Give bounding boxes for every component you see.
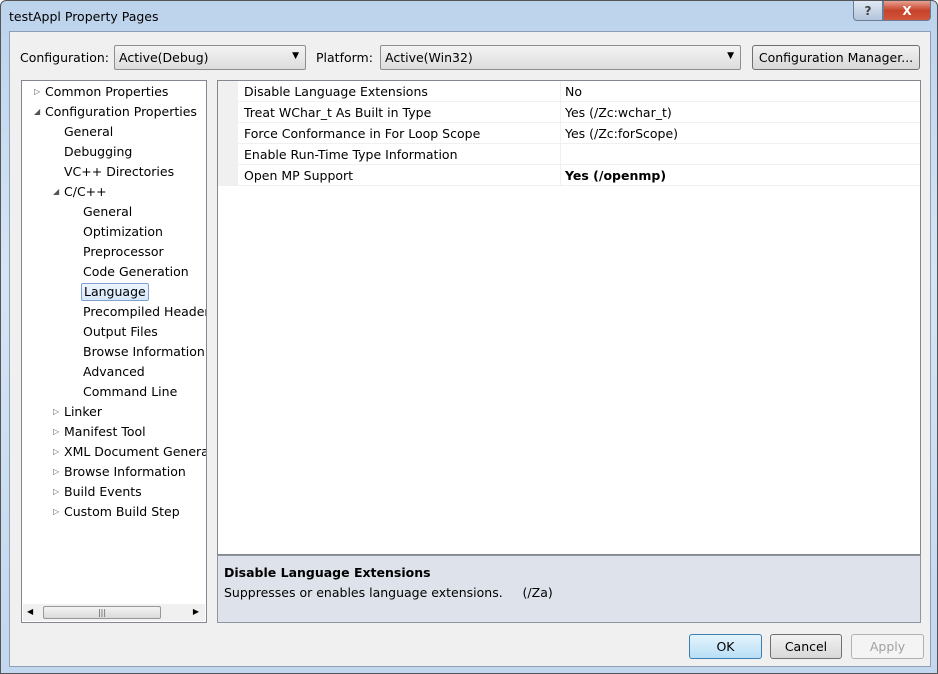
tree-item[interactable]: Common Properties [43,83,170,101]
tree-item[interactable]: C/C++ [62,183,109,201]
property-name: Force Conformance in For Loop Scope [244,126,481,141]
tree-item[interactable]: General [62,123,115,141]
tree-item[interactable]: Custom Build Step [62,503,182,521]
property-grid: Disable Language Extensions No Treat WChar… [217,80,921,555]
scrollbar-thumb[interactable]: ||| [43,606,161,619]
row-gutter [218,102,238,123]
tree-item[interactable]: Code Generation [81,263,191,281]
row-gutter [218,123,238,144]
scroll-right-icon[interactable]: ▶ [193,607,199,616]
property-name: Open MP Support [244,168,354,183]
tree-item[interactable]: Preprocessor [81,243,166,261]
property-name: Treat WChar_t As Built in Type [244,105,432,120]
window-title: testAppl Property Pages [9,9,159,24]
expand-arrow-icon[interactable]: ▷ [34,83,40,101]
description-panel: Disable Language Extensions Suppresses o… [217,555,921,623]
property-row[interactable]: Open MP Support Yes (/openmp) [218,165,920,186]
tree-item[interactable]: Build Events [62,483,144,501]
cancel-button[interactable]: Cancel [770,634,842,659]
configuration-label: Configuration: [20,50,109,65]
tree-item[interactable]: Advanced [81,363,147,381]
chevron-down-icon: ▼ [727,51,734,61]
platform-value: Active(Win32) [385,50,473,65]
horizontal-scrollbar[interactable]: ◀ ||| ▶ [23,604,205,621]
property-pages-window: testAppl Property Pages ? X Configuratio… [0,0,938,674]
property-row[interactable]: Enable Run-Time Type Information [218,144,920,165]
scroll-left-icon[interactable]: ◀ [27,607,33,616]
expand-arrow-icon[interactable]: ▷ [53,423,59,441]
property-name: Disable Language Extensions [244,84,428,99]
expand-arrow-icon[interactable]: ▷ [53,483,59,501]
tree-item[interactable]: Language [81,283,149,301]
configuration-manager-button[interactable]: Configuration Manager... [752,45,920,70]
property-value[interactable]: Yes (/Zc:wchar_t) [560,102,920,123]
tree-item[interactable]: Browse Information [81,343,206,361]
description-text: Suppresses or enables language extension… [224,585,553,600]
tree-item[interactable]: Precompiled Headers [81,303,206,321]
expand-arrow-icon[interactable]: ▷ [53,443,59,461]
property-row[interactable]: Force Conformance in For Loop Scope Yes (… [218,123,920,144]
tree-item[interactable]: VC++ Directories [62,163,176,181]
property-value[interactable] [560,144,920,165]
description-title: Disable Language Extensions [224,565,431,580]
tree-item[interactable]: XML Document Generator [62,443,206,461]
property-value[interactable]: Yes (/openmp) [560,165,920,186]
row-gutter [218,144,238,165]
platform-label: Platform: [316,50,373,65]
tree-item[interactable]: Command Line [81,383,179,401]
configuration-dropdown[interactable]: Active(Debug) ▼ [114,45,306,70]
tree-item[interactable]: Configuration Properties [43,103,199,121]
tree-item[interactable]: Browse Information [62,463,188,481]
tree-item[interactable]: Linker [62,403,104,421]
property-name: Enable Run-Time Type Information [244,147,458,162]
row-gutter [218,81,238,102]
chevron-down-icon: ▼ [292,51,299,61]
expand-arrow-icon[interactable]: ▷ [53,463,59,481]
property-value[interactable]: Yes (/Zc:forScope) [560,123,920,144]
configuration-value: Active(Debug) [119,50,209,65]
apply-button[interactable]: Apply [851,634,924,659]
tree-item[interactable]: General [81,203,134,221]
close-button[interactable]: X [883,1,931,21]
tree-item[interactable]: Debugging [62,143,134,161]
collapse-arrow-icon[interactable]: ◢ [53,183,59,201]
expand-arrow-icon[interactable]: ▷ [53,503,59,521]
property-tree[interactable]: ◀ ||| ▶ ▷ Common Properties ◢ Configuration… [21,80,207,623]
tree-item[interactable]: Output Files [81,323,160,341]
property-row[interactable]: Treat WChar_t As Built in Type Yes (/Zc:w… [218,102,920,123]
help-button[interactable]: ? [853,1,883,21]
property-value[interactable]: No [560,81,920,102]
collapse-arrow-icon[interactable]: ◢ [34,103,40,121]
tree-item[interactable]: Optimization [81,223,165,241]
platform-dropdown[interactable]: Active(Win32) ▼ [380,45,741,70]
row-gutter [218,165,238,186]
expand-arrow-icon[interactable]: ▷ [53,403,59,421]
tree-item[interactable]: Manifest Tool [62,423,148,441]
property-row[interactable]: Disable Language Extensions No [218,81,920,102]
ok-button[interactable]: OK [689,634,762,659]
